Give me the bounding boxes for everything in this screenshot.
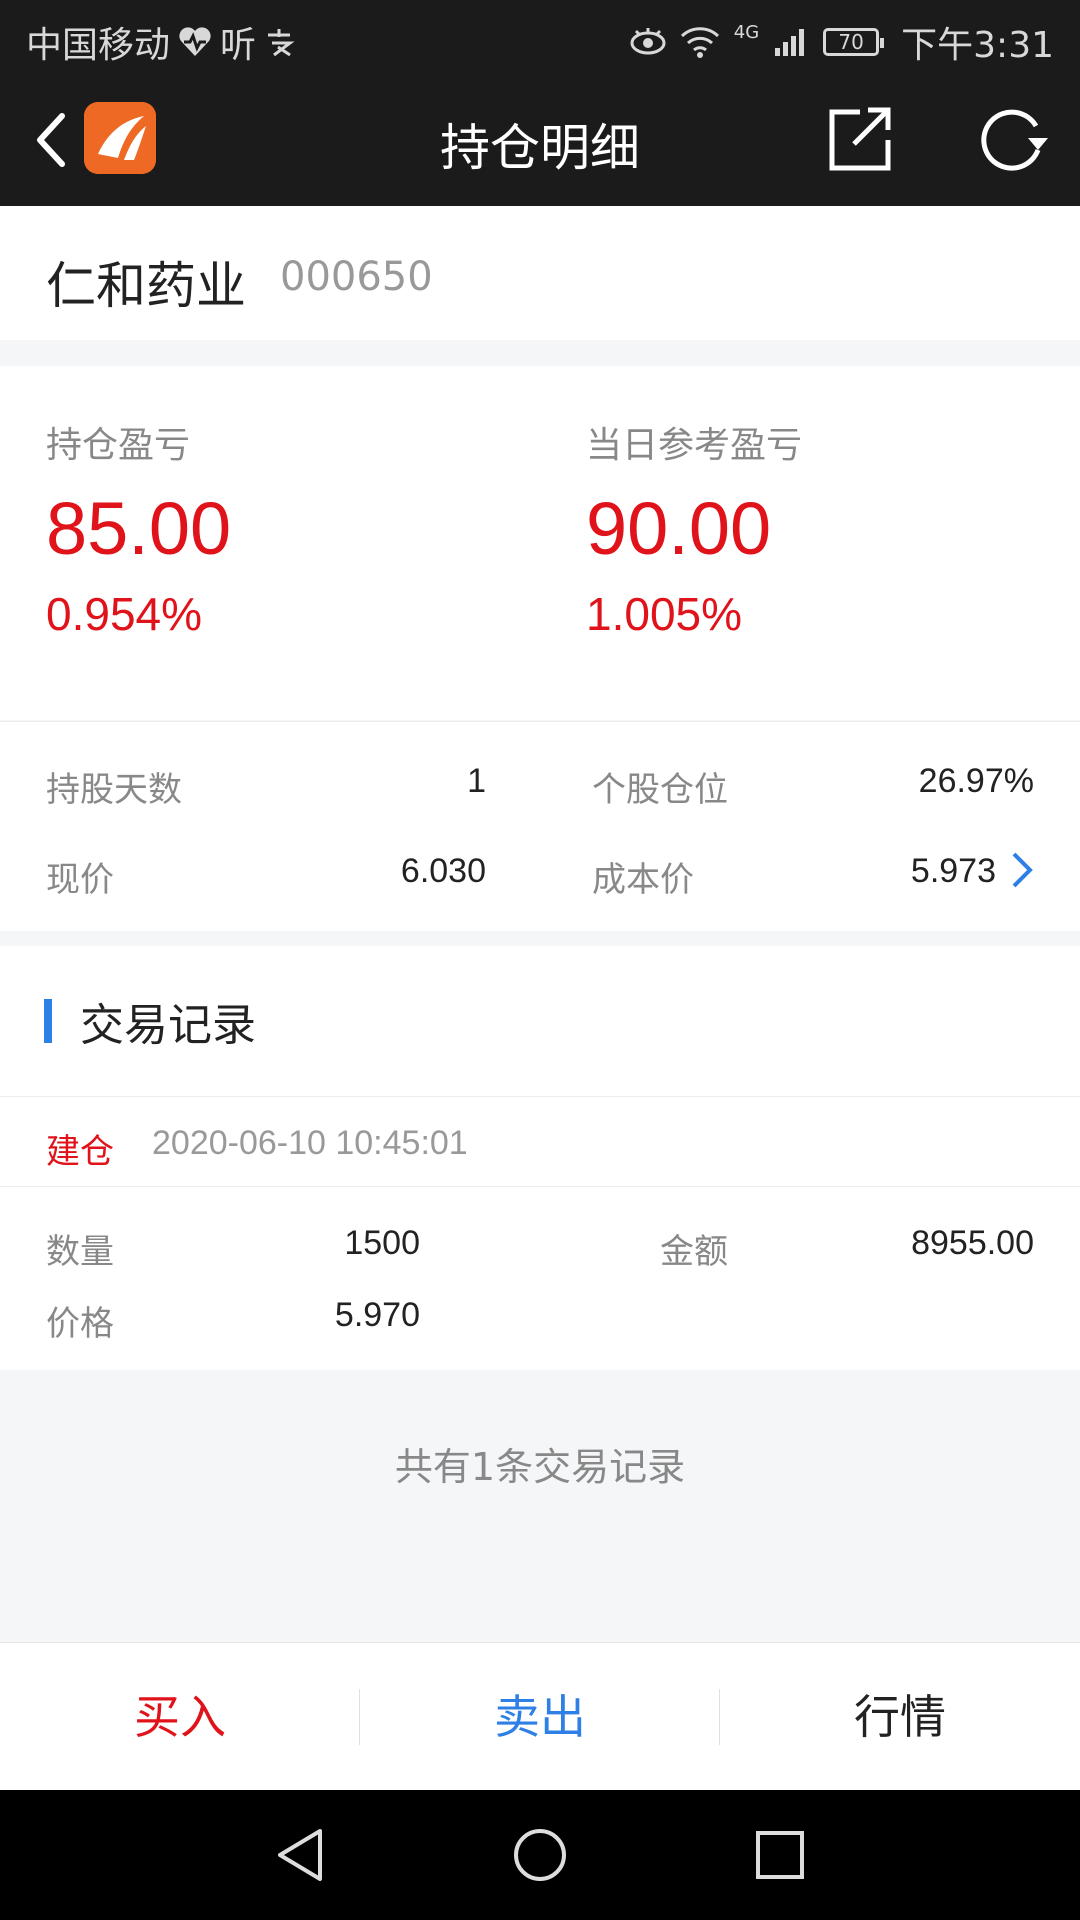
sell-button[interactable]: 卖出 xyxy=(360,1643,720,1791)
current-price-label: 现价 xyxy=(46,860,114,900)
records-count-text: 共有1条交易记录 xyxy=(394,1445,686,1489)
title-bar: 持仓明细 xyxy=(0,74,1080,206)
trade-records: 交易记录 建仓 2020-06-10 10:45:01 数量 1500 金额 8… xyxy=(0,946,1080,1370)
stock-header: 仁和药业 000650 xyxy=(0,206,1080,340)
daily-pnl: 当日参考盈亏 90.00 1.005% xyxy=(586,416,802,641)
holding-days-label: 持股天数 xyxy=(46,770,182,810)
position-pnl-percent: 0.954% xyxy=(46,588,203,640)
health-heart-icon xyxy=(179,27,211,56)
action-bar: 买入 卖出 行情 xyxy=(0,1642,1080,1790)
position-ratio-value: 26.97% xyxy=(918,762,1034,800)
nav-home-icon[interactable] xyxy=(508,1823,572,1887)
network-type: 4G xyxy=(733,21,760,43)
system-nav-bar xyxy=(0,1790,1080,1920)
notification-icon xyxy=(268,29,295,57)
signal-icon xyxy=(775,29,805,56)
details-row-2: 现价 6.030 成本价 5.973 xyxy=(0,852,1080,902)
nav-back-icon[interactable] xyxy=(268,1823,332,1887)
carrier-label: 中国移动 xyxy=(26,25,171,66)
section-title: 交易记录 xyxy=(80,1000,256,1051)
details-row-1: 持股天数 1 个股仓位 26.97% xyxy=(0,762,1080,812)
divider xyxy=(0,1186,1080,1187)
amount-value: 8955.00 xyxy=(911,1224,1034,1262)
daily-pnl-value: 90.00 xyxy=(586,487,772,570)
buy-button[interactable]: 买入 xyxy=(0,1643,360,1791)
quantity-value: 1500 xyxy=(344,1224,420,1262)
price-label: 价格 xyxy=(46,1304,114,1344)
position-pnl: 持仓盈亏 85.00 0.954% xyxy=(46,416,231,641)
price-value: 5.970 xyxy=(334,1296,420,1334)
daily-pnl-label: 当日参考盈亏 xyxy=(586,425,803,466)
eye-icon xyxy=(630,28,666,55)
nav-recents-icon[interactable] xyxy=(748,1823,812,1887)
cost-price-value[interactable]: 5.973 xyxy=(911,852,996,891)
trade-time: 2020-06-10 10:45:01 xyxy=(152,1124,468,1162)
holding-days-value: 1 xyxy=(467,762,486,800)
stock-code: 000650 xyxy=(280,254,433,300)
wifi-icon xyxy=(680,27,719,58)
battery-icon: 70 xyxy=(823,28,885,56)
status-bar: 中国移动 听 4G 70 下午3:31 xyxy=(0,0,1080,74)
quote-button[interactable]: 行情 xyxy=(720,1643,1080,1791)
page-title: 持仓明细 xyxy=(440,119,640,177)
position-ratio-label: 个股仓位 xyxy=(592,770,728,810)
quantity-label: 数量 xyxy=(46,1232,114,1272)
stock-name: 仁和药业 xyxy=(46,257,246,315)
records-summary: 共有1条交易记录 xyxy=(0,1370,1080,1642)
divider xyxy=(0,1096,1080,1097)
trade-type: 建仓 xyxy=(46,1132,114,1172)
chevron-right-icon[interactable] xyxy=(1006,850,1036,890)
position-pnl-label: 持仓盈亏 xyxy=(46,425,191,466)
daily-pnl-percent: 1.005% xyxy=(586,588,743,640)
section-header: 交易记录 xyxy=(44,996,256,1051)
current-price-value: 6.030 xyxy=(400,852,486,890)
refresh-icon[interactable] xyxy=(976,104,1050,174)
pnl-card: 持仓盈亏 85.00 0.954% 当日参考盈亏 90.00 1.005% xyxy=(0,366,1080,720)
section-accent-bar xyxy=(44,999,52,1043)
position-pnl-value: 85.00 xyxy=(46,487,232,570)
position-details: 持股天数 1 个股仓位 26.97% 现价 6.030 成本价 5.973 xyxy=(0,721,1080,931)
cost-price-label[interactable]: 成本价 xyxy=(592,852,694,901)
amount-label: 金额 xyxy=(660,1232,728,1272)
status-time: 下午3:31 xyxy=(901,25,1054,66)
share-icon[interactable] xyxy=(826,104,896,174)
listen-app-glyph: 听 xyxy=(220,25,257,66)
